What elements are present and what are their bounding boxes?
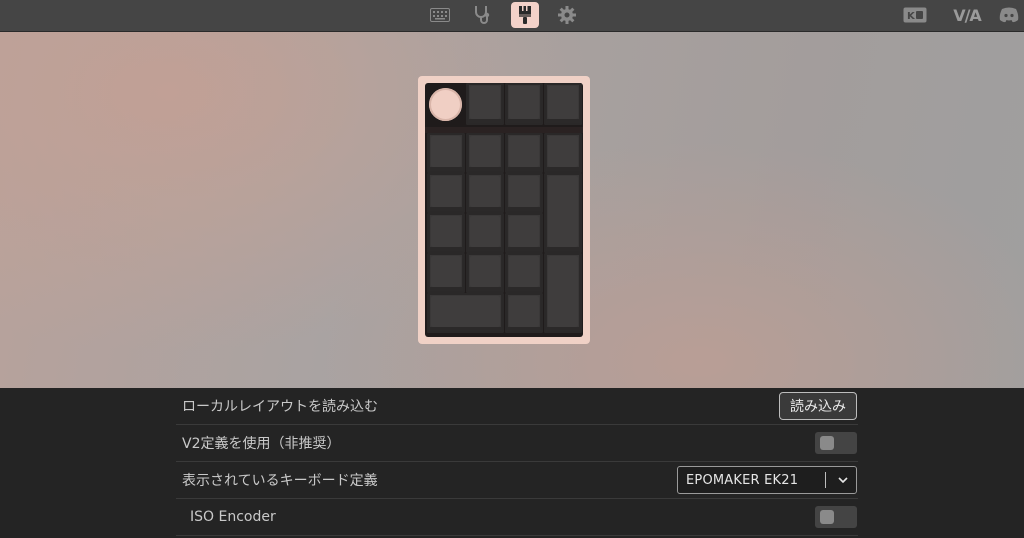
key[interactable] — [505, 133, 543, 173]
key[interactable] — [427, 293, 504, 333]
key[interactable] — [427, 253, 465, 293]
settings-row-use-v2-definitions: V2定義を使用（非推奨） — [176, 425, 858, 462]
key[interactable] — [466, 253, 504, 293]
key[interactable] — [544, 173, 582, 253]
svg-text:K: K — [907, 11, 916, 22]
settings-row-label: ISO Encoder — [190, 509, 276, 525]
key[interactable] — [505, 213, 543, 253]
discord-icon[interactable] — [998, 3, 1020, 27]
stethoscope-icon[interactable] — [468, 2, 496, 28]
keyboard-plate — [425, 83, 583, 337]
key[interactable] — [466, 83, 504, 125]
keyboard-case — [418, 76, 590, 344]
paintbrush-icon[interactable] — [511, 2, 539, 28]
key[interactable] — [466, 173, 504, 213]
settings-row-keyboard-definition: 表示されているキーボード定義 EPOMAKER EK21 — [176, 462, 858, 499]
toggle-knob — [820, 436, 834, 450]
rotary-encoder-knob[interactable] — [429, 88, 462, 121]
key[interactable] — [505, 173, 543, 213]
key[interactable] — [544, 253, 582, 333]
key[interactable] — [427, 213, 465, 253]
settings-row-label: ローカルレイアウトを読み込む — [182, 399, 378, 415]
key[interactable] — [544, 83, 582, 125]
settings-panel: ローカルレイアウトを読み込む 読み込み V2定義を使用（非推奨） 表示されている… — [176, 388, 858, 536]
keyboard-preview-area — [0, 32, 1024, 388]
settings-row-label: 表示されているキーボード定義 — [182, 473, 378, 489]
key[interactable] — [505, 83, 543, 125]
key[interactable] — [505, 253, 543, 293]
chevron-down-icon[interactable] — [834, 477, 852, 483]
keyboard-definition-select[interactable]: EPOMAKER EK21 — [677, 466, 857, 494]
settings-row-label: V2定義を使用（非推奨） — [182, 436, 341, 452]
key[interactable] — [427, 173, 465, 213]
top-nav-bar: K V/A — [0, 0, 1024, 32]
keycap-tester-icon[interactable]: K — [902, 3, 928, 27]
via-logo-text: V/A — [953, 5, 982, 25]
select-separator — [825, 472, 826, 488]
key[interactable] — [544, 133, 582, 173]
settings-row-load-local-layout: ローカルレイアウトを読み込む 読み込み — [176, 388, 858, 425]
key[interactable] — [466, 133, 504, 173]
key[interactable] — [505, 293, 543, 333]
key[interactable] — [427, 133, 465, 173]
key[interactable] — [466, 213, 504, 253]
load-button[interactable]: 読み込み — [779, 392, 857, 420]
toggle-knob — [820, 510, 834, 524]
gear-icon[interactable] — [553, 2, 581, 28]
select-value: EPOMAKER EK21 — [686, 472, 799, 488]
via-logo[interactable]: V/A — [950, 3, 984, 27]
use-v2-definitions-toggle[interactable] — [815, 432, 857, 454]
keyboard-icon[interactable] — [426, 2, 454, 28]
iso-encoder-toggle[interactable] — [815, 506, 857, 528]
settings-row-iso-encoder: ISO Encoder — [176, 499, 858, 536]
